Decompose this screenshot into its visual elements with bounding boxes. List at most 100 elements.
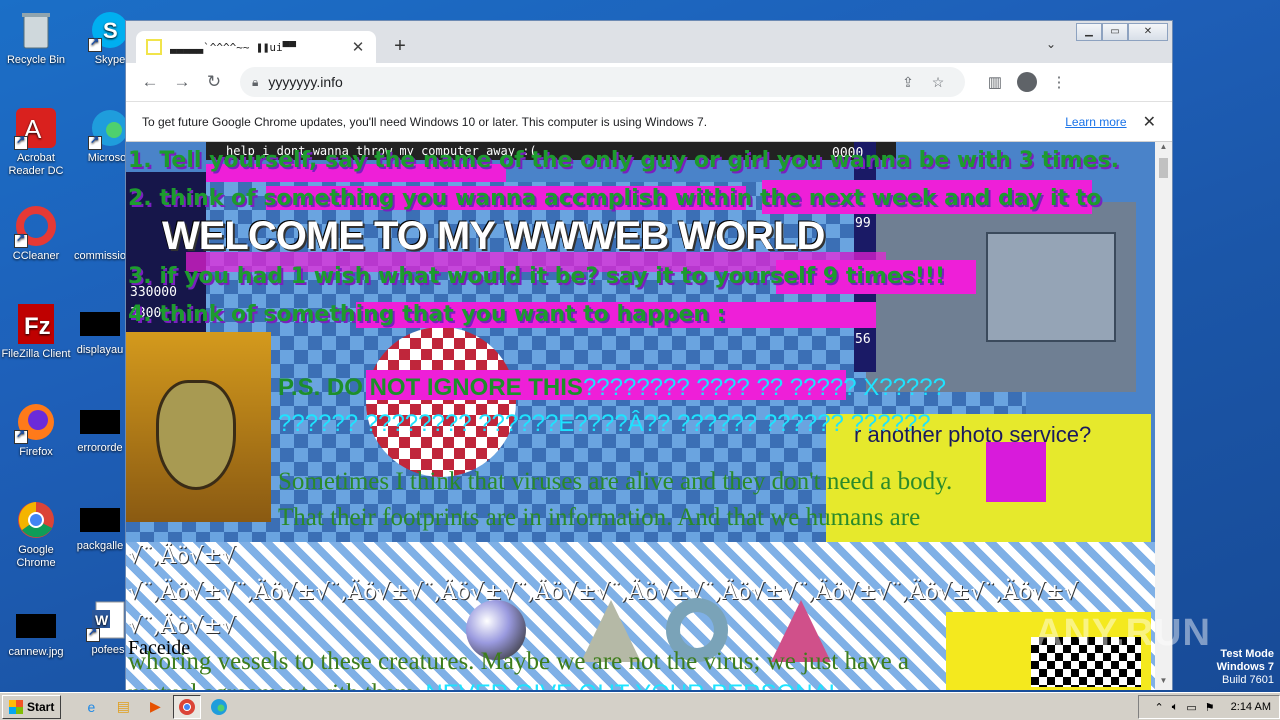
desktop-icon-recycle-bin[interactable]: Recycle Bin xyxy=(0,8,72,67)
reload-icon[interactable]: ↻ xyxy=(198,72,230,92)
update-infobar: To get future Google Chrome updates, you… xyxy=(126,101,1172,142)
number-label: 56 xyxy=(855,332,871,347)
checkered-balloon xyxy=(366,327,516,477)
file-icon xyxy=(80,410,120,434)
lock-icon: 🔒︎ xyxy=(252,74,259,89)
file-icon xyxy=(80,312,120,336)
file-icon xyxy=(16,614,56,638)
welcome-heading: WELCOME TO MY WWWEB WORLD xyxy=(162,214,825,258)
number-label: 99 xyxy=(855,216,871,231)
maximize-button[interactable]: ▭ xyxy=(1102,23,1128,41)
virus-text-line-3: whoring vessels to these creatures. Mayb… xyxy=(128,648,910,675)
tab-title: ▃▃▃▃▃`^^^^~~ ❚❚ui▀▀ xyxy=(170,40,296,54)
more-menu-icon[interactable]: ⋮ xyxy=(1043,73,1075,91)
recycle-bin-icon xyxy=(14,8,58,52)
virus-text-line-1: Sometimes I think that viruses are alive… xyxy=(278,468,953,495)
instruction-line-1: 1. Tell yourself, say the name of the on… xyxy=(128,148,1119,173)
desktop-icon-label: Google Chrome xyxy=(16,544,56,569)
network-icon[interactable]: ▭ xyxy=(1186,701,1196,714)
desktop-icon-label: cannew.jpg xyxy=(8,646,64,658)
glyph-row: √¨,Äö√±√ xyxy=(128,544,236,569)
never-give-out-text: NEVER GIVE OUT YOUR PERSONAL xyxy=(425,680,842,690)
browser-tab[interactable]: ▃▃▃▃▃`^^^^~~ ❚❚ui▀▀ ✕ xyxy=(136,31,376,63)
file-icon xyxy=(78,204,122,248)
close-infobar-icon[interactable]: ✕ xyxy=(1143,112,1156,132)
close-tab-icon[interactable]: ✕ xyxy=(350,38,366,56)
instruction-line-3: 3. if you had 1 wish what would it be? s… xyxy=(128,264,945,289)
action-center-flag-icon[interactable]: ⚑ xyxy=(1205,701,1215,714)
instruction-line-2: 2. think of something you wanna accmplis… xyxy=(128,186,1102,211)
minimize-button[interactable]: ▁ xyxy=(1076,23,1102,41)
desktop-icon-label: FileZilla Client xyxy=(1,348,71,360)
taskbar-ie-icon[interactable]: e xyxy=(77,695,105,719)
scroll-up-icon[interactable]: ▲ xyxy=(1155,142,1172,156)
file-icon xyxy=(80,508,120,532)
desktop-icon-label: Recycle Bin xyxy=(6,54,66,66)
build-text: Build 7601 xyxy=(1222,674,1274,686)
ps-warning-lead: P.S. DO NOT IGNORE THIS xyxy=(278,374,583,401)
clock[interactable]: 2:14 AM xyxy=(1231,701,1271,713)
virus-text-line-4: mutual agreement with them. NEVER GIVE O… xyxy=(128,680,842,690)
anyrun-watermark: ANY.RUN xyxy=(1035,612,1211,654)
word-doc-icon: W xyxy=(86,598,130,642)
taskbar-explorer-icon[interactable]: ▤ xyxy=(109,695,137,719)
taskbar-edge-icon[interactable] xyxy=(205,695,233,719)
chrome-icon xyxy=(14,498,58,542)
forward-arrow-icon[interactable]: → xyxy=(166,72,198,92)
taskbar: Start e ▤ ▶ ⌃ 🔈︎ ▭ ⚑ 2:14 AM xyxy=(0,692,1280,720)
desktop-icon-label: Firefox xyxy=(19,446,53,458)
side-panel-icon[interactable]: ▥ xyxy=(979,73,1011,91)
instruction-line-4: 4. think of something that you want to h… xyxy=(128,302,726,327)
ps-warning-garbled: ???????? ???? ?? ????? X????? xyxy=(582,374,946,401)
windows-flag-icon xyxy=(9,699,23,714)
taskbar-media-player-icon[interactable]: ▶ xyxy=(141,695,169,719)
toolbar: ← → ↻ 🔒︎ yyyyyyy.info ⇪ ☆ ▥ ⋮ xyxy=(126,63,1172,101)
chrome-window: ▃▃▃▃▃`^^^^~~ ❚❚ui▀▀ ✕ + ⌄ ▁ ▭ ✕ ← → ↻ 🔒︎… xyxy=(125,20,1173,690)
address-text: yyyyyyy.info xyxy=(268,74,343,90)
start-label: Start xyxy=(27,699,55,714)
photo-collage-inner xyxy=(986,232,1116,342)
test-mode-text: Test Mode xyxy=(1220,648,1274,660)
virus-text-line-4-serif: mutual agreement with them. xyxy=(128,680,421,690)
desktop-icon-ccleaner[interactable]: CCleaner xyxy=(0,204,72,263)
address-bar[interactable]: 🔒︎ yyyyyyy.info ⇪ ☆ xyxy=(240,67,965,97)
infobar-message: To get future Google Chrome updates, you… xyxy=(142,114,708,129)
system-tray: ⌃ 🔈︎ ▭ ⚑ 2:14 AM xyxy=(1137,695,1280,719)
desktop-icon-firefox[interactable]: Firefox xyxy=(0,400,72,459)
page-scrollbar[interactable]: ▲ ▼ xyxy=(1155,142,1172,690)
bookmark-star-icon[interactable]: ☆ xyxy=(923,74,953,91)
scroll-down-icon[interactable]: ▼ xyxy=(1155,676,1172,690)
desktop-icon-filezilla[interactable]: Fz FileZilla Client xyxy=(0,302,72,361)
taskbar-chrome-icon[interactable] xyxy=(173,694,202,719)
firefox-icon xyxy=(14,400,58,444)
svg-text:S: S xyxy=(103,18,118,43)
desktop-icon-chrome[interactable]: Google Chrome xyxy=(0,498,72,570)
desktop-icon-acrobat[interactable]: A Acrobat Reader DC xyxy=(0,106,72,178)
back-arrow-icon[interactable]: ← xyxy=(134,72,166,92)
virus-text-line-2: That their footprints are in information… xyxy=(278,504,921,531)
scroll-thumb[interactable] xyxy=(1159,158,1168,178)
tab-search-chevron-icon[interactable]: ⌄ xyxy=(1046,37,1056,51)
favicon-icon xyxy=(146,39,162,55)
magenta-photo-panel xyxy=(986,442,1046,502)
ps-garbled-line: ?????? ???????? ??????E????Â?? ?????? ??… xyxy=(278,410,931,437)
elf-face xyxy=(156,380,236,490)
glyph-row: √¨,Äö√±√ xyxy=(128,614,236,639)
windows-version-text: Windows 7 xyxy=(1216,661,1274,673)
acrobat-icon: A xyxy=(14,106,58,150)
start-button[interactable]: Start xyxy=(2,694,62,719)
learn-more-link[interactable]: Learn more xyxy=(1065,115,1126,129)
test-mode-label: Test Mode Windows 7 Build 7601 xyxy=(1217,648,1274,687)
desktop-icon-cannew[interactable]: cannew.jpg xyxy=(0,604,72,659)
tray-expand-icon[interactable]: ⌃ xyxy=(1155,701,1164,714)
profile-avatar-icon[interactable] xyxy=(1017,72,1037,92)
desktop-icon-label: CCleaner xyxy=(12,250,60,262)
desktop-icon-label: Acrobat Reader DC xyxy=(8,152,64,177)
web-page: help i dont wanna throw my computer away… xyxy=(126,142,1156,690)
close-window-button[interactable]: ✕ xyxy=(1128,23,1168,41)
new-tab-button[interactable]: + xyxy=(388,35,412,58)
volume-icon[interactable]: 🔈︎ xyxy=(1172,701,1179,714)
svg-text:Fz: Fz xyxy=(24,313,51,340)
ps-warning: P.S. DO NOT IGNORE THIS???????? ???? ?? … xyxy=(278,374,946,402)
share-icon[interactable]: ⇪ xyxy=(893,74,923,91)
